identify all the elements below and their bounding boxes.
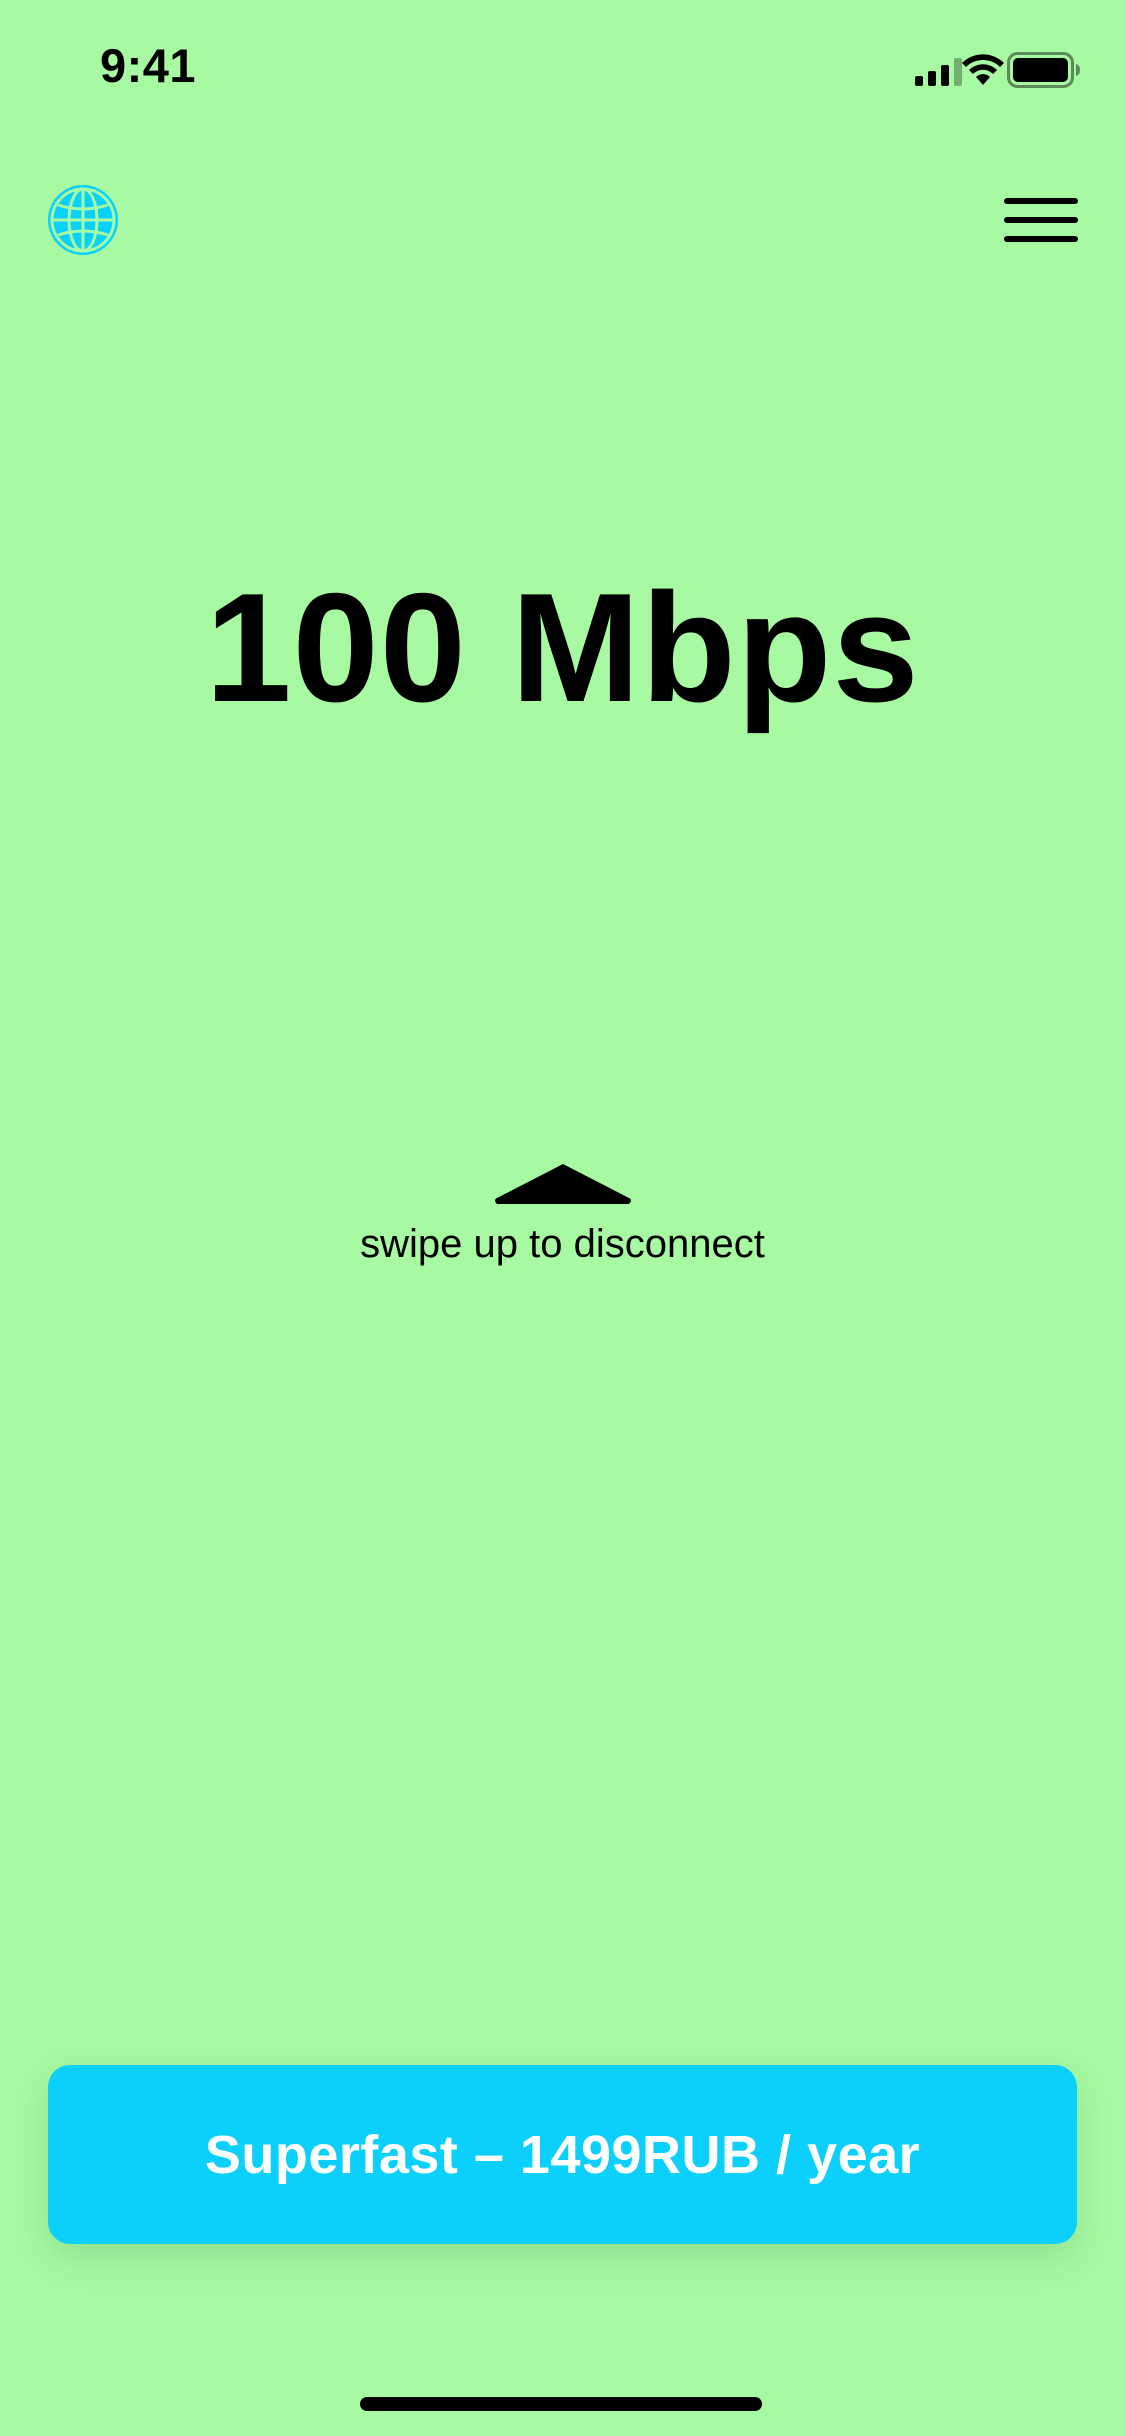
vpn-main-screen: 9:41 100 Mbps swipe up to disconnect Sup… xyxy=(0,0,1125,2436)
arrow-up-icon xyxy=(494,1164,631,1204)
home-indicator[interactable] xyxy=(360,2397,762,2411)
status-time: 9:41 xyxy=(100,39,197,92)
hamburger-menu-icon[interactable] xyxy=(1004,198,1078,242)
connection-speed: 100 Mbps xyxy=(205,561,920,734)
swipe-label: swipe up to disconnect xyxy=(360,1222,765,1266)
swipe-to-disconnect[interactable]: swipe up to disconnect xyxy=(0,1160,1125,1267)
battery-icon xyxy=(1007,52,1080,88)
plan-button[interactable]: Superfast – 1499RUB / year xyxy=(48,2065,1077,2244)
plan-button-label: Superfast – 1499RUB / year xyxy=(204,2124,921,2185)
globe-icon[interactable] xyxy=(46,183,120,257)
status-bar: 9:41 xyxy=(0,0,1125,132)
wifi-icon xyxy=(962,54,1004,85)
cellular-signal-icon xyxy=(915,58,962,86)
